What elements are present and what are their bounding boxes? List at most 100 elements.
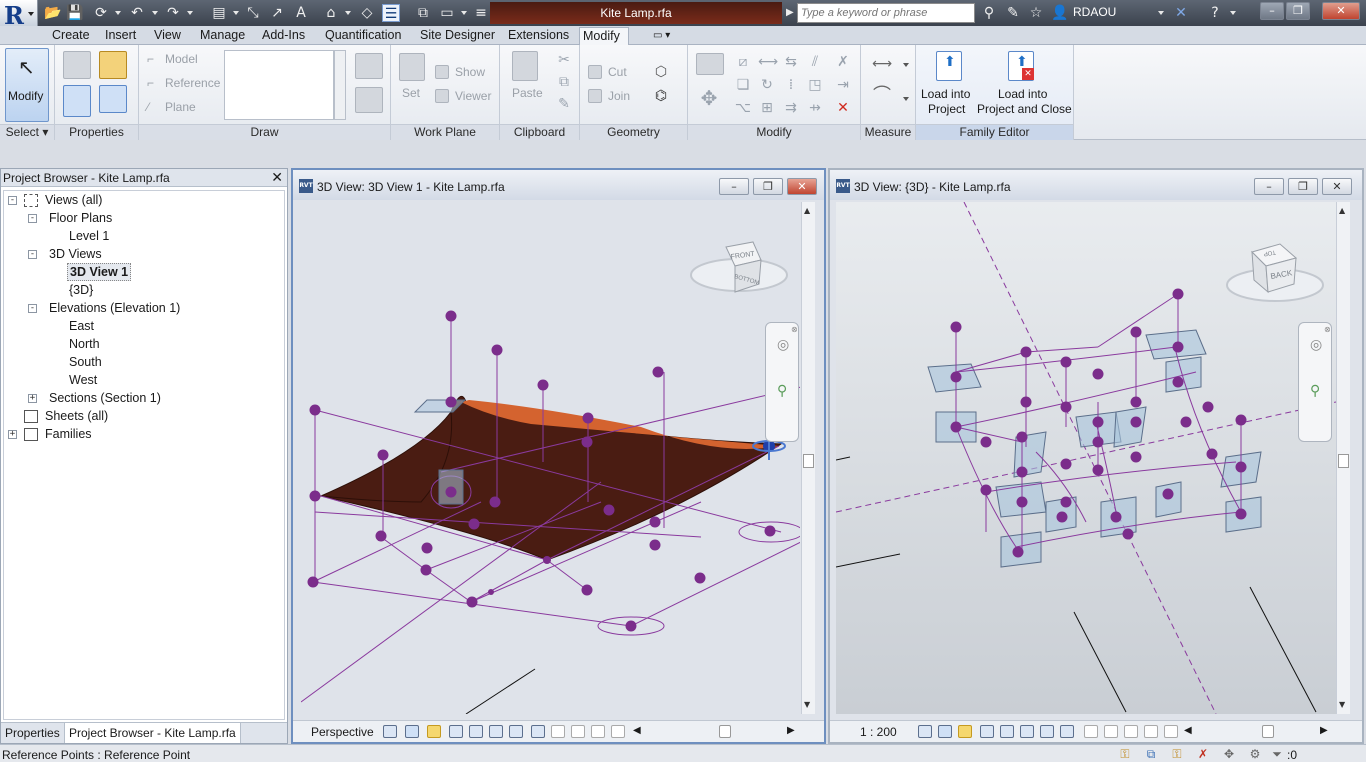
load-into-project-and-close-button[interactable]: ⬆ ✕ Load into Project and Close [976,49,1072,121]
search-expand-icon[interactable]: ▶ [786,4,796,22]
plane-button[interactable]: Plane [165,100,196,114]
view-scale[interactable]: 1 : 200 [860,725,897,739]
tab-insert[interactable]: Insert [102,27,139,45]
scroll-left-icon[interactable]: ◀ [1184,725,1192,736]
measure-distance-icon[interactable]: ⟷ [867,55,897,73]
select-links-icon[interactable]: ⚿ [1170,747,1184,761]
tree-item-3d-views[interactable]: 3D Views [49,245,102,263]
select-panel-label[interactable]: Select ▾ [0,124,54,140]
properties-icon[interactable] [63,85,91,117]
view-close-button[interactable]: ✕ [1322,178,1352,195]
subscription-icon[interactable]: ✎ [1004,4,1022,22]
tree-item-floor-plans[interactable]: Floor Plans [49,209,112,227]
projection-mode[interactable]: Perspective [311,725,374,739]
collapse-icon[interactable]: - [28,304,37,313]
analysis-icon[interactable] [1124,725,1138,738]
filter-icon[interactable]: ⏷ [1270,747,1284,761]
draw-gallery-scroll[interactable] [334,50,346,120]
viewer-button[interactable]: Viewer [455,89,491,103]
worksets-icon[interactable]: ⚿ [1118,747,1132,761]
array-icon[interactable]: ⁞ [782,76,800,94]
constraints-icon[interactable] [1144,725,1158,738]
help-dropdown-icon[interactable] [1230,11,1236,15]
tree-item-3d[interactable]: {3D} [69,281,93,299]
open-icon[interactable]: 📂 [44,4,62,22]
minimize-button[interactable]: – [1260,2,1284,20]
temp-hide-icon[interactable] [1060,725,1074,738]
horizontal-scroll-thumb[interactable] [1262,725,1274,738]
steering-wheel-icon[interactable]: ◎ [1310,337,1322,353]
dimension-dropdown-icon[interactable] [903,97,909,101]
section-icon[interactable]: ◇ [358,4,376,22]
text-icon[interactable]: A [292,4,310,22]
customize-qat-icon[interactable]: ≡ [472,4,490,22]
tab-view[interactable]: View [151,27,184,45]
collapse-icon[interactable]: - [28,214,37,223]
plane-icon[interactable]: ⁄ [147,100,149,114]
split-icon[interactable]: ⫽ [806,53,824,71]
mirror-draw-icon[interactable]: ⇆ [782,53,800,71]
close-icon[interactable]: ✕ [271,169,283,187]
viewer-icon[interactable] [435,89,449,103]
print-icon[interactable]: ▤ [210,4,228,22]
nav-close-icon[interactable]: ⊗ [791,325,798,334]
extend-icon[interactable]: ⇉ [782,99,800,117]
pin-icon[interactable]: ⊞ [758,99,776,117]
view-3d-view-1[interactable]: RVT 3D View: 3D View 1 - Kite Lamp.rfa –… [291,168,826,744]
shadows-icon[interactable] [980,725,994,738]
tab-properties[interactable]: Properties [1,723,65,743]
temp-hide-icon[interactable] [531,725,545,738]
binoculars-icon[interactable]: ⚲ [980,4,998,22]
view-minimize-button[interactable]: – [719,178,749,195]
join-icon[interactable] [588,89,602,103]
sync-dropdown-icon[interactable] [115,11,121,15]
viewcube[interactable]: TOP BACK [1226,243,1324,302]
expand-icon[interactable]: + [8,430,17,439]
reveal-hidden-icon[interactable] [551,725,565,738]
model-line-icon[interactable]: ⌐ [147,52,154,66]
tab-project-browser[interactable]: Project Browser - Kite Lamp.rfa [65,723,241,743]
crop-view-icon[interactable] [469,725,483,738]
wall-joins-icon[interactable]: ⬡ [652,63,670,81]
trim-icon[interactable]: ✗ [834,53,852,71]
ribbon-minimize-icon[interactable]: ▭ ▾ [650,27,673,45]
unlock-3d-icon[interactable] [1040,725,1054,738]
cut-clipboard-icon[interactable]: ✂ [555,51,573,69]
move-icon[interactable]: ✥ [700,88,718,108]
sync-icon[interactable]: ⟳ [92,4,110,22]
print-dropdown-icon[interactable] [233,11,239,15]
tab-quantification[interactable]: Quantification [322,27,404,45]
unlock-3d-icon[interactable] [509,725,523,738]
background-processes-icon[interactable]: ⚙ [1248,747,1262,761]
show-button[interactable]: Show [455,65,485,79]
mirror-pick-icon[interactable]: ⟷ [758,53,778,71]
shadows-icon[interactable] [449,725,463,738]
measure-dropdown-icon[interactable] [903,63,909,67]
rotate-icon[interactable]: ↻ [758,76,776,94]
3d-view-icon[interactable]: ⌂ [322,4,340,22]
tab-manage[interactable]: Manage [197,27,248,45]
tab-modify[interactable]: Modify [579,27,629,46]
type-properties-icon[interactable] [99,85,127,113]
view-restore-button[interactable]: ❐ [1288,178,1318,195]
detail-level-icon[interactable] [918,725,932,738]
family-category-icon[interactable] [63,51,91,79]
reference-button[interactable]: Reference [165,76,220,90]
constraints-icon[interactable] [611,725,625,738]
save-icon[interactable]: 💾 [66,4,84,22]
scale-icon[interactable]: ◳ [806,76,824,94]
close-button[interactable]: ✕ [1322,2,1360,20]
collapse-icon[interactable]: - [8,196,17,205]
help-icon[interactable]: ? [1206,4,1224,22]
detail-level-icon[interactable] [383,725,397,738]
paste-button[interactable]: Paste [512,86,543,100]
visual-style-icon[interactable] [938,725,952,738]
tab-site-designer[interactable]: Site Designer [417,27,498,45]
copy-icon[interactable]: ⧉ [555,73,573,91]
tab-extensions[interactable]: Extensions [505,27,572,45]
tree-item-north[interactable]: North [69,335,100,353]
sun-path-icon[interactable] [427,725,441,738]
navigation-bar[interactable]: ◎ ⚲ ⊗ [1298,322,1332,442]
collapse-icon[interactable]: - [28,250,37,259]
select-pinned-icon[interactable]: ✗ [1196,747,1210,761]
